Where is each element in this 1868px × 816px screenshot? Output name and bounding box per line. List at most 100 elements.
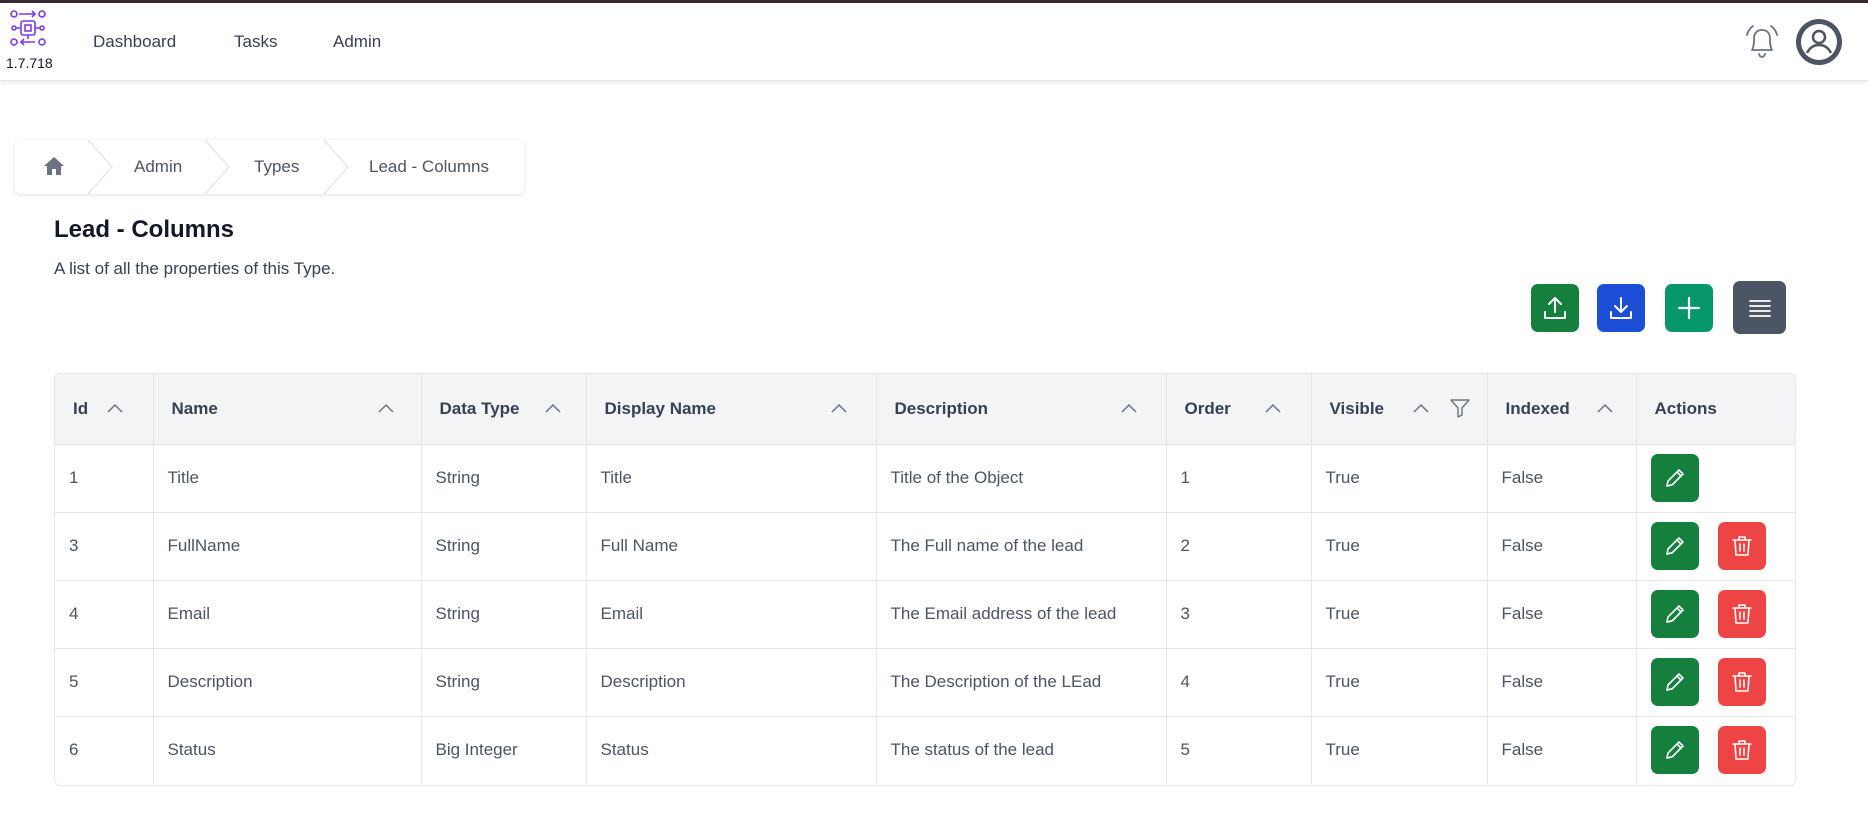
cell-actions — [1636, 444, 1795, 512]
cell-actions — [1636, 648, 1795, 716]
edit-button[interactable] — [1650, 658, 1699, 706]
cell-visible: True — [1311, 580, 1488, 648]
sort-asc-icon[interactable] — [830, 402, 847, 414]
edit-button[interactable] — [1650, 726, 1699, 775]
cell-data-type: String — [421, 648, 587, 716]
table-header-row: Id Name Data Type Display Name Descripti… — [55, 374, 1795, 444]
cell-actions — [1636, 512, 1795, 580]
delete-button[interactable] — [1717, 522, 1766, 570]
breadcrumb-separator — [324, 140, 350, 194]
nav-dashboard[interactable]: Dashboard — [93, 32, 176, 52]
pencil-icon — [1665, 605, 1684, 623]
user-avatar-icon[interactable] — [1795, 18, 1843, 66]
cell-description: Title of the Object — [876, 444, 1167, 512]
table-row: 1 Title String Title Title of the Object 1 Tru… — [55, 444, 1795, 512]
cell-display-name: Description — [586, 648, 877, 716]
pencil-icon — [1665, 741, 1684, 760]
breadcrumb-separator — [205, 140, 231, 194]
pencil-icon — [1665, 673, 1684, 691]
cell-visible: True — [1311, 716, 1488, 784]
add-button[interactable] — [1665, 284, 1713, 332]
cell-order: 1 — [1166, 444, 1312, 512]
cell-indexed: False — [1487, 580, 1637, 648]
cell-indexed: False — [1487, 444, 1637, 512]
cell-display-name: Status — [586, 716, 877, 784]
cell-order: 2 — [1166, 512, 1312, 580]
sort-asc-icon[interactable] — [544, 402, 561, 414]
sort-asc-icon[interactable] — [1412, 402, 1429, 414]
sort-asc-icon[interactable] — [1120, 402, 1137, 414]
trash-icon — [1731, 604, 1752, 624]
cell-order: 4 — [1166, 648, 1312, 716]
cell-name: Email — [153, 580, 422, 648]
trash-icon — [1731, 536, 1752, 556]
delete-button[interactable] — [1717, 726, 1766, 775]
cell-data-type: String — [421, 512, 587, 580]
cell-id: 5 — [55, 648, 154, 716]
breadcrumb-separator — [88, 140, 114, 194]
nav-admin[interactable]: Admin — [333, 32, 381, 52]
upload-button[interactable] — [1531, 284, 1579, 332]
cell-order: 5 — [1166, 716, 1312, 784]
cell-display-name: Email — [586, 580, 877, 648]
page-description: A list of all the properties of this Typ… — [54, 259, 336, 278]
sort-asc-icon[interactable] — [107, 402, 123, 414]
bell-icon[interactable] — [1744, 23, 1780, 61]
column-header-name[interactable]: Name — [153, 374, 422, 444]
breadcrumb-types[interactable]: Types — [254, 157, 299, 177]
cell-visible: True — [1311, 648, 1488, 716]
cell-description: The Email address of the lead — [876, 580, 1167, 648]
cell-indexed: False — [1487, 512, 1637, 580]
sort-asc-icon[interactable] — [377, 402, 394, 414]
cell-data-type: Big Integer — [421, 716, 587, 784]
edit-button[interactable] — [1650, 454, 1699, 502]
cell-id: 1 — [55, 444, 154, 512]
trash-icon — [1731, 740, 1752, 761]
cell-id: 3 — [55, 512, 154, 580]
columns-table: Id Name Data Type Display Name Descripti… — [54, 373, 1796, 786]
plus-icon — [1677, 296, 1701, 320]
column-header-visible[interactable]: Visible — [1311, 374, 1488, 444]
cell-name: Status — [153, 716, 422, 784]
column-header-actions: Actions — [1636, 374, 1795, 444]
column-header-indexed[interactable]: Indexed — [1487, 374, 1637, 444]
cell-display-name: Full Name — [586, 512, 877, 580]
breadcrumb-current[interactable]: Lead - Columns — [369, 157, 489, 177]
delete-button[interactable] — [1717, 658, 1766, 706]
cell-display-name: Title — [586, 444, 877, 512]
list-icon — [1748, 299, 1771, 317]
download-button[interactable] — [1597, 284, 1645, 332]
cell-name: Title — [153, 444, 422, 512]
cell-data-type: String — [421, 580, 587, 648]
nav-tasks[interactable]: Tasks — [234, 32, 277, 52]
page-title: Lead - Columns — [54, 216, 235, 243]
cell-description: The Full name of the lead — [876, 512, 1167, 580]
cell-actions — [1636, 716, 1795, 784]
trash-icon — [1731, 672, 1752, 692]
cell-visible: True — [1311, 512, 1488, 580]
column-header-display-name[interactable]: Display Name — [586, 374, 877, 444]
edit-button[interactable] — [1650, 522, 1699, 570]
table-row: 6 Status Big Integer Status The status of th… — [55, 716, 1795, 784]
upload-icon — [1544, 297, 1566, 319]
column-header-order[interactable]: Order — [1166, 374, 1312, 444]
workflow-logo-icon[interactable] — [8, 8, 48, 48]
sort-asc-icon[interactable] — [1264, 402, 1281, 414]
cell-id: 4 — [55, 580, 154, 648]
column-settings-button[interactable] — [1733, 281, 1786, 334]
delete-button[interactable] — [1717, 590, 1766, 638]
top-navbar: 1.7.718 Dashboard Tasks Admin — [0, 3, 1868, 81]
column-header-id[interactable]: Id — [55, 374, 154, 444]
sort-asc-icon[interactable] — [1596, 402, 1613, 414]
pencil-icon — [1665, 537, 1684, 555]
breadcrumb-admin[interactable]: Admin — [134, 157, 182, 177]
cell-actions — [1636, 580, 1795, 648]
cell-data-type: String — [421, 444, 587, 512]
column-header-description[interactable]: Description — [876, 374, 1167, 444]
column-header-data-type[interactable]: Data Type — [421, 374, 587, 444]
filter-icon[interactable] — [1449, 398, 1470, 418]
cell-id: 6 — [55, 716, 154, 784]
home-icon[interactable] — [43, 156, 65, 176]
cell-indexed: False — [1487, 648, 1637, 716]
edit-button[interactable] — [1650, 590, 1699, 638]
